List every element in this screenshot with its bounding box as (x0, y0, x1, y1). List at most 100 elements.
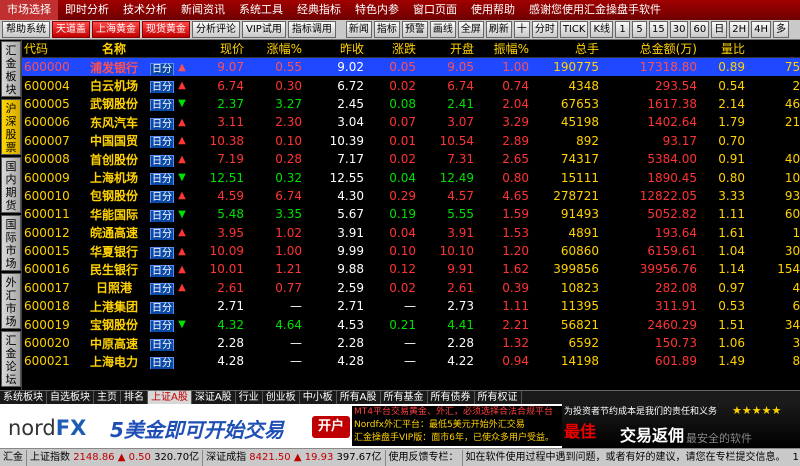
menu-item[interactable]: 窗口页面 (406, 0, 464, 20)
column-header[interactable]: 涨跌 (364, 40, 416, 57)
toolbar-period-button[interactable]: 分时 (531, 21, 558, 38)
table-row[interactable]: 600019 宝钢股份 日分 ▼ 4.32 4.64 4.53 0.21 4.41 2.21 568… (22, 315, 800, 333)
intraday-chart-tag[interactable]: 日分 (148, 299, 176, 314)
intraday-chart-tag[interactable]: 日分 (148, 225, 176, 241)
table-row[interactable]: 600018 上港集团 日分 2.71 — 2.71 — 2.73 1.11 11395 311.9… (22, 297, 800, 315)
table-row[interactable]: 600009 上海机场 日分 ▼ 12.51 0.32 12.55 0.04 12.49 0.80… (22, 168, 800, 186)
toolbar-button[interactable]: VIP试用 (242, 21, 286, 38)
column-header[interactable]: 涨幅% (244, 40, 302, 57)
ad-banner[interactable]: nordFX 5美金即可开始交易 开户 MT4平台交易黄金、外汇，必须选择合法合… (0, 404, 800, 448)
menu-item[interactable]: 特色内参 (348, 0, 406, 20)
column-header[interactable]: 现价 (188, 40, 244, 57)
bottom-tab[interactable]: 主页 (94, 391, 121, 404)
bottom-tab[interactable]: 所有债券 (428, 391, 475, 404)
left-tab[interactable]: 汇金板块 (1, 41, 21, 97)
bottom-tab[interactable]: 上证A股 (148, 391, 192, 404)
table-row[interactable]: 600006 东风汽车 日分 ▲ 3.11 2.30 3.04 0.07 3.07 3.29 451… (22, 113, 800, 131)
column-header[interactable]: 名称 (80, 40, 148, 57)
column-header[interactable]: 总手 (529, 40, 599, 57)
table-row[interactable]: 600017 日照港 日分 ▲ 2.61 0.77 2.59 0.02 2.61 0.39 1082… (22, 279, 800, 297)
table-row[interactable]: 600015 华夏银行 日分 ▲ 10.09 1.00 9.99 0.10 10.10 1.20 6… (22, 242, 800, 260)
toolbar-period-button[interactable]: 5 (632, 21, 647, 38)
toolbar-period-button[interactable]: 预警 (401, 21, 428, 38)
left-tab[interactable]: 外汇市场 (1, 273, 21, 329)
left-tab[interactable]: 沪深股票 (1, 99, 21, 155)
bottom-tab[interactable]: 创业板 (263, 391, 300, 404)
intraday-chart-tag[interactable]: 日分 (148, 317, 176, 333)
toolbar-period-button[interactable]: 新闻 (345, 21, 372, 38)
column-header[interactable]: 振幅% (474, 40, 529, 57)
intraday-chart-tag[interactable]: 日分 (148, 354, 176, 369)
table-row[interactable]: 600012 皖通高速 日分 ▲ 3.95 1.02 3.91 0.04 3.91 1.53 489… (22, 224, 800, 242)
table-row[interactable]: 600004 白云机场 日分 ▲ 6.74 0.30 6.72 0.02 6.74 0.74 434… (22, 76, 800, 94)
nordfx-logo[interactable]: nordFX (8, 416, 86, 440)
column-header[interactable]: 量比 (697, 40, 745, 57)
left-tab[interactable]: 国际市场 (1, 215, 21, 271)
table-row[interactable]: 600007 中国国贸 日分 ▲ 10.38 0.10 10.39 0.01 10.54 2.89… (22, 132, 800, 150)
toolbar-button[interactable]: 天道盖 (52, 21, 90, 38)
column-header[interactable]: 昨收 (302, 40, 364, 57)
bottom-tab[interactable]: 所有基金 (381, 391, 428, 404)
intraday-chart-tag[interactable]: 日分 (148, 244, 176, 259)
table-row[interactable]: 600000 浦发银行 日分 ▲ 9.07 0.55 9.02 0.05 9.05 1.00 190… (22, 58, 800, 77)
toolbar-button[interactable]: 上海黄金 (92, 21, 140, 38)
shanghai-index[interactable]: 上证指数 2148.86 ▲ 0.50 320.70亿 (27, 449, 204, 466)
toolbar-period-button[interactable]: 30 (669, 21, 689, 38)
menu-item[interactable]: 技术分析 (116, 0, 174, 20)
intraday-chart-tag[interactable]: 日分 (148, 152, 176, 167)
toolbar-button[interactable]: 现货黄金 (142, 21, 190, 38)
rebate-promo[interactable]: 为投资者节约成本是我们的责任和义务 ★★★★★ 最佳 交易返佣 最安全的软件 (562, 404, 800, 448)
bottom-tab[interactable]: 行业 (236, 391, 263, 404)
table-row[interactable]: 600005 武钢股份 日分 ▼ 2.37 3.27 2.45 0.08 2.41 2.04 676… (22, 95, 800, 113)
open-account-button[interactable]: 开户 (312, 416, 350, 438)
toolbar-period-button[interactable]: 2H (729, 21, 750, 38)
table-row[interactable]: 600010 包钢股份 日分 ▲ 4.59 6.74 4.30 0.29 4.57 4.65 278… (22, 187, 800, 205)
bottom-tab[interactable]: 排名 (121, 391, 148, 404)
toolbar-period-button[interactable]: 多 (772, 21, 789, 38)
intraday-chart-tag[interactable]: 日分 (148, 78, 176, 94)
toolbar-period-button[interactable]: 1 (615, 21, 630, 38)
menu-item[interactable]: 使用帮助 (464, 0, 522, 20)
shenzhen-index[interactable]: 深证成指 8421.50 ▲ 19.93 397.67亿 (203, 449, 386, 466)
toolbar-period-button[interactable]: 指标 (373, 21, 400, 38)
column-header[interactable]: 代码 (22, 40, 80, 57)
intraday-chart-tag[interactable]: 日分 (148, 133, 176, 149)
left-tab[interactable]: 汇金论坛 (1, 331, 21, 387)
toolbar-period-button[interactable]: 十 (513, 21, 530, 38)
table-row[interactable]: 600008 首创股份 日分 ▲ 7.19 0.28 7.17 0.02 7.31 2.65 743… (22, 150, 800, 168)
menu-item[interactable]: 感谢您使用汇金操盘手软件 (522, 0, 668, 20)
intraday-chart-tag[interactable]: 日分 (148, 170, 176, 186)
toolbar-period-button[interactable]: 15 (649, 21, 668, 38)
toolbar-period-button[interactable]: 日 (711, 21, 728, 38)
intraday-chart-tag[interactable]: 日分 (148, 262, 176, 277)
toolbar-period-button[interactable]: 4H (751, 21, 771, 38)
table-row[interactable]: 600011 华能国际 日分 ▼ 5.48 3.35 5.67 0.19 5.55 1.59 914… (22, 205, 800, 223)
toolbar-period-button[interactable]: 全屏 (457, 21, 484, 38)
intraday-chart-tag[interactable]: 日分 (148, 115, 176, 130)
toolbar-period-button[interactable]: 60 (690, 21, 710, 38)
bottom-tab[interactable]: 所有权证 (475, 391, 522, 404)
table-row[interactable]: 600021 上海电力 日分 4.28 — 4.28 — 4.22 0.94 14198 601.8… (22, 352, 800, 370)
toolbar-button[interactable]: 帮助系统 (2, 21, 50, 38)
intraday-chart-tag[interactable]: 日分 (148, 207, 176, 222)
bottom-tab[interactable]: 深证A股 (192, 391, 236, 404)
table-row[interactable]: 600016 民生银行 日分 ▲ 10.01 1.21 9.88 0.12 9.91 1.62 39… (22, 260, 800, 278)
news-item[interactable]: MT4平台交易黄金、外汇，必须选择合法合规平台 (352, 406, 562, 419)
column-header[interactable]: 开盘 (416, 40, 474, 57)
toolbar-period-button[interactable]: 画线 (429, 21, 456, 38)
bottom-tab[interactable]: 所有A股 (337, 391, 381, 404)
menu-item[interactable]: 系统工具 (232, 0, 290, 20)
feedback-label[interactable]: 使用反馈专栏： (386, 449, 463, 466)
column-header[interactable]: 内盘 (745, 40, 800, 57)
bottom-tab[interactable]: 系统板块 (0, 391, 47, 404)
intraday-chart-tag[interactable]: 日分 (148, 280, 176, 296)
toolbar-button[interactable]: 分析评论 (192, 21, 240, 38)
table-row[interactable]: 600020 中原高速 日分 2.28 — 2.28 — 2.28 1.32 6592 150.73… (22, 334, 800, 352)
toolbar-period-button[interactable]: 刷新 (485, 21, 512, 38)
bottom-tab[interactable]: 中小板 (300, 391, 337, 404)
menu-item[interactable]: 经典指标 (290, 0, 348, 20)
menu-item[interactable]: 新闻资讯 (174, 0, 232, 20)
column-header[interactable]: 总金额(万) (599, 40, 697, 57)
intraday-chart-tag[interactable]: 日分 (148, 336, 176, 351)
toolbar-period-button[interactable]: TICK (559, 21, 589, 38)
